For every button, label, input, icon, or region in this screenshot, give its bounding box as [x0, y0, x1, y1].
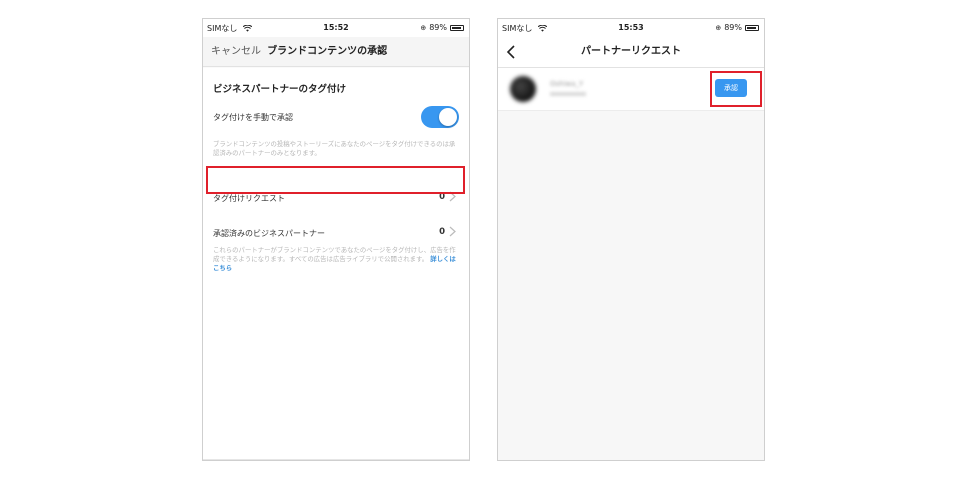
partner-name: Oshiwa_Y	[550, 80, 584, 88]
section-title: ビジネスパートナーのタグ付け	[213, 84, 347, 95]
partner-subtitle	[550, 92, 586, 96]
settings-section: ビジネスパートナーのタグ付け タグ付けを手動で承認 ブランドコンテンツの投稿やス…	[203, 68, 469, 460]
battery-indicator: ⊕ 89%	[715, 23, 759, 32]
alarm-icon: ⊕	[420, 23, 427, 32]
battery-icon	[745, 24, 759, 31]
nav-bar: キャンセル ブランドコンテンツの承認	[203, 37, 469, 67]
approved-partners-count: 0	[439, 227, 445, 237]
battery-icon	[450, 24, 464, 31]
manual-approval-toggle[interactable]	[421, 106, 459, 128]
highlight-box-tag-requests	[206, 166, 465, 194]
back-chevron-icon[interactable]	[506, 45, 516, 59]
battery-percent: 89%	[429, 23, 447, 32]
partners-description: これらのパートナーがブランドコンテンツであなたのページをタグ付けし、広告を作成で…	[213, 246, 456, 272]
page-title: パートナーリクエスト	[581, 46, 681, 57]
approved-partners-label: 承認済みのビジネスパートナー	[213, 229, 325, 238]
status-bar: SIMなし 15:52 ⊕ 89%	[203, 19, 469, 37]
phone-screen-brand-content-approval: SIMなし 15:52 ⊕ 89% キャンセル ブランドコンテンツの承認 ビジネ…	[202, 18, 470, 461]
battery-percent: 89%	[724, 23, 742, 32]
highlight-box-approve	[710, 71, 762, 107]
tagging-description: ブランドコンテンツの投稿やストーリーズにあなたのページをタグ付けできるのは承認済…	[213, 140, 456, 157]
approved-partners-row[interactable]: 承認済みのビジネスパートナー 0	[213, 222, 459, 242]
alarm-icon: ⊕	[715, 23, 722, 32]
battery-indicator: ⊕ 89%	[420, 23, 464, 32]
nav-bar: パートナーリクエスト	[498, 37, 764, 68]
manual-approval-label: タグ付けを手動で承認	[213, 113, 293, 122]
status-bar: SIMなし 15:53 ⊕ 89%	[498, 19, 764, 37]
avatar	[510, 76, 536, 102]
toggle-knob	[439, 108, 457, 126]
chevron-right-icon	[449, 226, 456, 237]
page-title: ブランドコンテンツの承認	[267, 46, 388, 57]
tag-requests-label: タグ付けリクエスト	[213, 194, 285, 203]
cancel-button[interactable]: キャンセル	[211, 46, 261, 57]
